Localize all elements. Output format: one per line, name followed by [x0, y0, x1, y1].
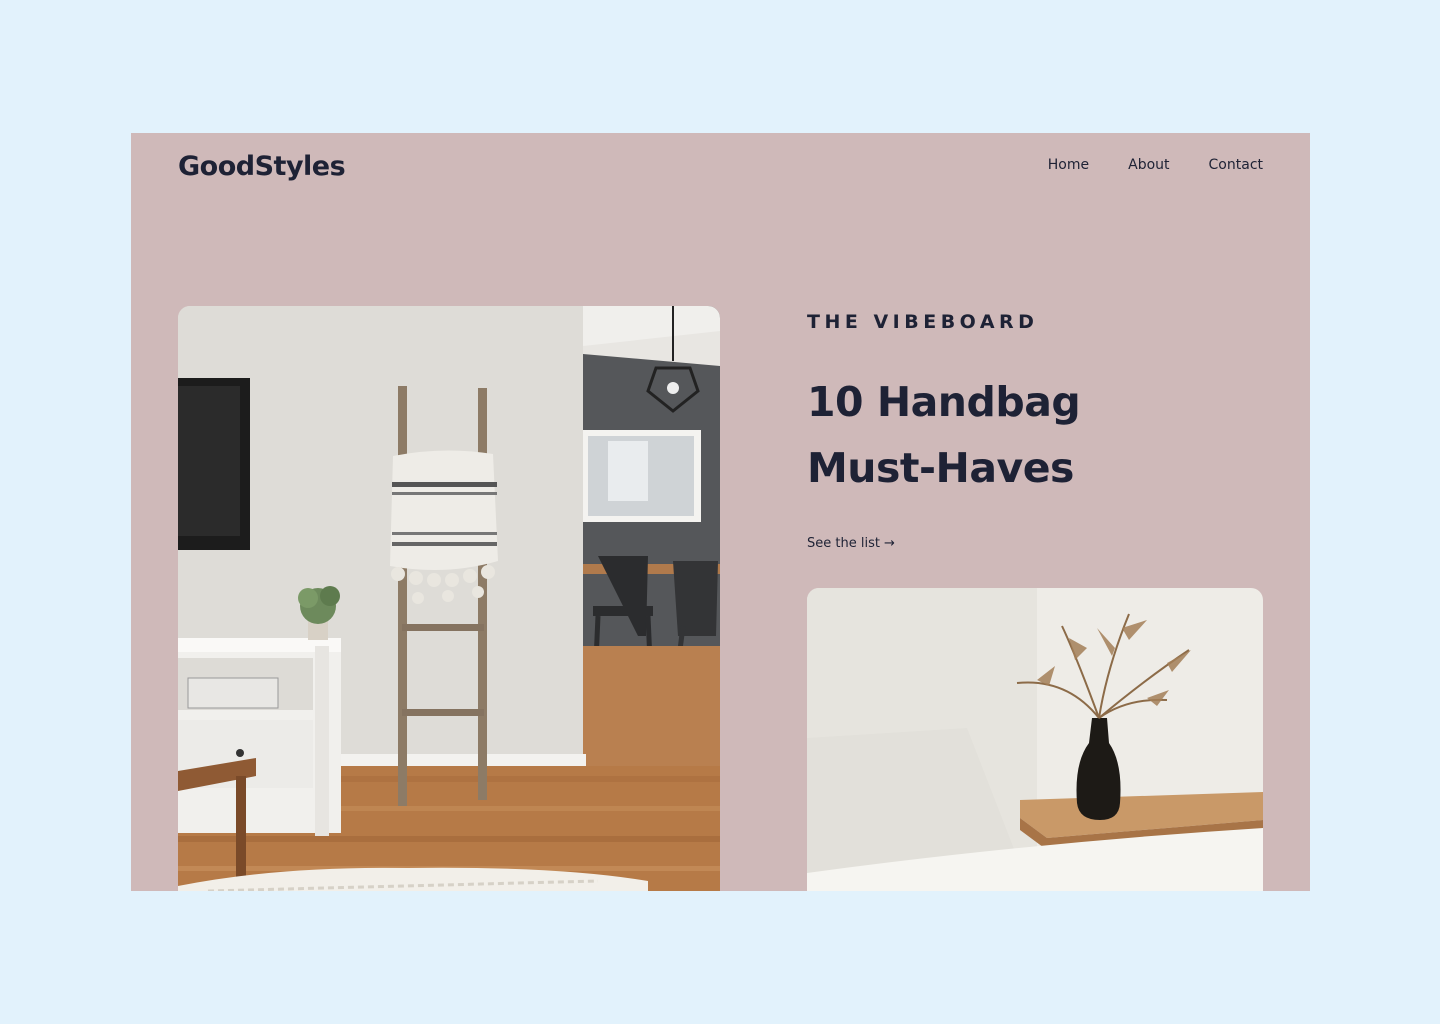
see-the-list-link[interactable]: See the list →: [807, 536, 895, 551]
vase-photo: [807, 588, 1263, 891]
hero-headline: 10 Handbag Must-Haves: [807, 369, 1247, 501]
hero-headline-line-2: Must-Haves: [807, 444, 1074, 492]
nav-about-link[interactable]: About: [1128, 157, 1169, 173]
landing-page-frame: GoodStyles Home About Contact THE VIBEBO…: [131, 133, 1310, 891]
hero-headline-line-1: 10 Handbag: [807, 378, 1081, 426]
brand-logo[interactable]: GoodStyles: [178, 151, 346, 182]
section-eyebrow: THE VIBEBOARD: [807, 311, 1039, 333]
nav-home-link[interactable]: Home: [1048, 157, 1089, 173]
main-nav: Home About Contact: [1048, 157, 1263, 173]
see-the-list-label: See the list: [807, 536, 880, 551]
arrow-right-icon: →: [883, 536, 895, 551]
living-room-photo: [178, 306, 720, 891]
nav-contact-link[interactable]: Contact: [1209, 157, 1263, 173]
